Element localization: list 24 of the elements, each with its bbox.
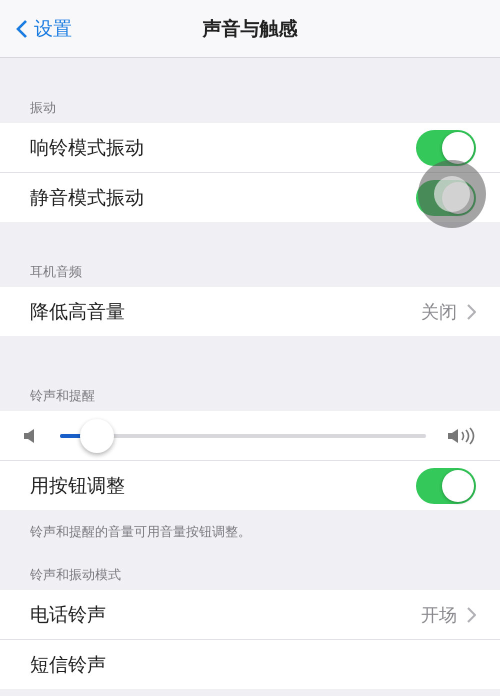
volume-slider[interactable] bbox=[60, 418, 426, 452]
setting-label: 降低高音量 bbox=[30, 300, 126, 324]
chevron-right-icon bbox=[467, 606, 476, 622]
section-header: 铃声和提醒 bbox=[30, 389, 95, 404]
section-header: 振动 bbox=[30, 101, 56, 116]
page-title: 声音与触感 bbox=[202, 16, 298, 42]
chevron-right-icon bbox=[467, 304, 476, 320]
slider-thumb[interactable] bbox=[80, 418, 114, 452]
setting-value: 关闭 bbox=[421, 300, 457, 324]
setting-label: 响铃模式振动 bbox=[30, 136, 145, 160]
setting-label: 用按钮调整 bbox=[30, 474, 126, 498]
toggle-switch[interactable] bbox=[416, 468, 476, 504]
speaker-high-icon bbox=[448, 426, 476, 444]
toggle-switch[interactable] bbox=[416, 130, 476, 166]
back-chevron-icon bbox=[16, 18, 28, 38]
section-footer: 铃声和提醒的音量可用音量按钮调整。 bbox=[30, 525, 251, 540]
section-header: 铃声和振动模式 bbox=[30, 568, 121, 583]
setting-label: 电话铃声 bbox=[30, 602, 107, 628]
speaker-low-icon bbox=[24, 428, 36, 444]
setting-label: 静音模式振动 bbox=[30, 186, 145, 210]
section-header: 耳机音频 bbox=[30, 265, 82, 280]
setting-label: 短信铃声 bbox=[30, 652, 107, 678]
back-button[interactable]: 设置 bbox=[16, 16, 72, 42]
setting-value: 开场 bbox=[421, 604, 457, 626]
